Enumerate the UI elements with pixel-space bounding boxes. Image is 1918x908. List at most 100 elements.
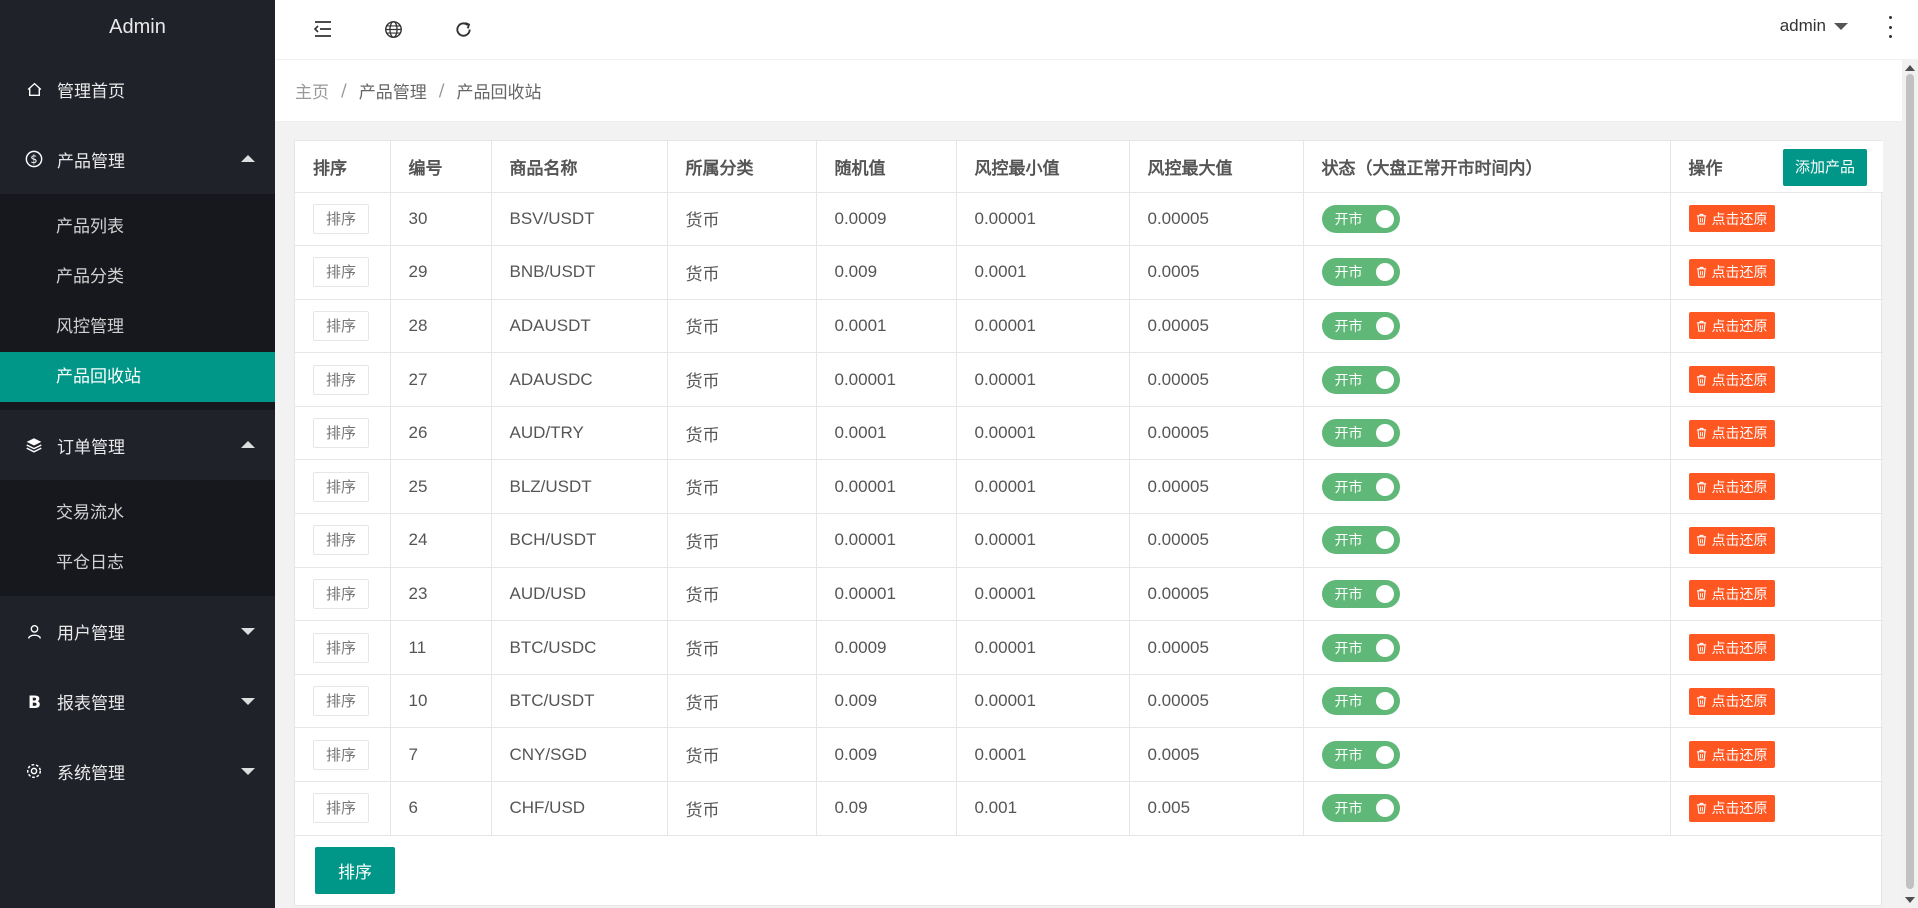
switch-knob xyxy=(1375,209,1394,228)
sidebar-item-risk-control[interactable]: 风控管理 xyxy=(0,302,275,352)
restore-button[interactable]: 点击还原 xyxy=(1688,580,1775,608)
market-open-switch[interactable]: 开市 xyxy=(1321,311,1400,340)
trash-icon xyxy=(1696,374,1706,386)
restore-label: 点击还原 xyxy=(1711,747,1768,764)
sidebar-item-product-category[interactable]: 产品分类 xyxy=(0,252,275,302)
market-open-switch[interactable]: 开市 xyxy=(1321,365,1400,394)
cell-category: 货币 xyxy=(667,781,817,836)
sort-submit-button[interactable]: 排序 xyxy=(315,847,395,894)
menu-toggle-icon[interactable] xyxy=(308,14,338,44)
restore-button[interactable]: 点击还原 xyxy=(1688,366,1775,394)
table-row: 10BTC/USDT货币0.0090.000010.00005 开市 点击还原 xyxy=(295,674,1883,729)
market-open-switch[interactable]: 开市 xyxy=(1321,794,1400,823)
cell-risk-min: 0.0001 xyxy=(956,245,1130,300)
restore-label: 点击还原 xyxy=(1711,694,1768,711)
cell-category: 货币 xyxy=(667,352,817,407)
restore-button[interactable]: 点击还原 xyxy=(1688,794,1775,822)
cell-name: ADAUSDT xyxy=(491,299,668,354)
brand-logo: Admin xyxy=(109,16,166,38)
sidebar-item-product-recycle-bin[interactable]: 产品回收站 xyxy=(0,352,275,402)
sort-input[interactable] xyxy=(313,310,369,341)
sidebar-item-close-log[interactable]: 平仓日志 xyxy=(0,538,275,588)
restore-button[interactable]: 点击还原 xyxy=(1688,473,1775,501)
cell-id: 26 xyxy=(390,406,492,461)
col-action-label: 操作 xyxy=(1688,158,1723,179)
switch-knob xyxy=(1375,424,1394,443)
restore-button[interactable]: 点击还原 xyxy=(1688,419,1775,447)
sidebar-item-orders[interactable]: 订单管理 xyxy=(0,410,275,480)
restore-button[interactable]: 点击还原 xyxy=(1688,258,1775,286)
market-open-switch[interactable]: 开市 xyxy=(1321,687,1400,716)
refresh-icon[interactable] xyxy=(448,14,478,44)
more-vertical-icon[interactable] xyxy=(1886,16,1894,38)
breadcrumb-products[interactable]: 产品管理 xyxy=(359,78,427,103)
sort-cell xyxy=(295,674,391,729)
market-open-switch[interactable]: 开市 xyxy=(1321,740,1400,769)
cell-id: 10 xyxy=(390,674,492,729)
cell-risk-max: 0.00005 xyxy=(1129,620,1304,675)
breadcrumb-home[interactable]: 主页 xyxy=(295,78,329,103)
sort-input[interactable] xyxy=(313,632,369,663)
switch-label: 开市 xyxy=(1334,694,1363,711)
restore-button[interactable]: 点击还原 xyxy=(1688,526,1775,554)
market-open-switch[interactable]: 开市 xyxy=(1321,204,1400,233)
restore-button[interactable]: 点击还原 xyxy=(1688,687,1775,715)
trash-icon xyxy=(1696,535,1706,546)
cell-name: BLZ/USDT xyxy=(491,459,668,515)
market-open-switch[interactable]: 开市 xyxy=(1321,526,1400,555)
cell-id: 11 xyxy=(390,620,492,675)
sidebar-item-reports[interactable]: B 报表管理 xyxy=(0,666,275,736)
restore-button[interactable]: 点击还原 xyxy=(1688,312,1775,340)
market-open-switch[interactable]: 开市 xyxy=(1321,419,1400,448)
cell-id: 23 xyxy=(390,567,492,622)
sidebar-item-products[interactable]: $ 产品管理 xyxy=(0,124,275,194)
cell-name: BSV/USDT xyxy=(491,192,668,247)
scrollbar-thumb[interactable] xyxy=(1906,74,1914,889)
sort-input[interactable] xyxy=(313,525,369,556)
submenu-orders: 交易流水 平仓日志 xyxy=(0,480,275,596)
market-open-switch[interactable]: 开市 xyxy=(1321,258,1400,287)
market-open-switch[interactable]: 开市 xyxy=(1321,472,1400,501)
scroll-up-icon[interactable] xyxy=(1905,65,1915,71)
table-row: 11BTC/USDC货币0.00090.000010.00005 开市 点击还原 xyxy=(295,620,1883,675)
sort-input[interactable] xyxy=(313,257,369,288)
market-open-switch[interactable]: 开市 xyxy=(1321,633,1400,662)
cell-risk-min: 0.00001 xyxy=(956,567,1130,622)
sidebar-item-trade-flow[interactable]: 交易流水 xyxy=(0,488,275,538)
sidebar-item-users[interactable]: 用户管理 xyxy=(0,596,275,666)
restore-button[interactable]: 点击还原 xyxy=(1688,634,1775,662)
sort-input[interactable] xyxy=(313,686,369,717)
sort-input[interactable] xyxy=(313,739,369,770)
cell-risk-max: 0.0005 xyxy=(1129,727,1304,783)
sidebar-item-product-list[interactable]: 产品列表 xyxy=(0,202,275,252)
cell-risk-max: 0.00005 xyxy=(1129,192,1304,247)
sort-cell xyxy=(295,192,391,247)
market-open-switch[interactable]: 开市 xyxy=(1321,579,1400,608)
sidebar-item-system[interactable]: 系统管理 xyxy=(0,736,275,806)
restore-button[interactable]: 点击还原 xyxy=(1688,205,1775,233)
restore-label: 点击还原 xyxy=(1711,211,1768,228)
sort-input[interactable] xyxy=(313,793,369,824)
restore-label: 点击还原 xyxy=(1711,265,1768,282)
user-menu[interactable]: admin xyxy=(1780,16,1848,36)
restore-button[interactable]: 点击还原 xyxy=(1688,741,1775,769)
page-scrollbar[interactable] xyxy=(1902,60,1918,908)
sort-input[interactable] xyxy=(313,364,369,395)
scroll-down-icon[interactable] xyxy=(1905,897,1915,903)
cell-risk-max: 0.00005 xyxy=(1129,352,1304,407)
table-row: 6CHF/USD货币0.090.0010.005 开市 点击还原 xyxy=(295,781,1883,836)
add-product-button[interactable]: 添加产品 xyxy=(1782,149,1867,186)
cell-risk-min: 0.00001 xyxy=(956,674,1130,729)
sort-input[interactable] xyxy=(313,471,369,502)
globe-icon[interactable] xyxy=(378,14,408,44)
sort-input[interactable] xyxy=(313,578,369,609)
cell-id: 30 xyxy=(390,192,492,247)
sidebar-item-dashboard[interactable]: 管理首页 xyxy=(0,54,275,124)
sort-input[interactable] xyxy=(313,203,369,234)
cell-category: 货币 xyxy=(667,245,817,300)
svg-text:$: $ xyxy=(30,153,37,166)
cell-name: ADAUSDC xyxy=(491,352,668,407)
sort-input[interactable] xyxy=(313,418,369,449)
cell-status: 开市 xyxy=(1303,245,1671,300)
cell-risk-min: 0.0001 xyxy=(956,727,1130,783)
